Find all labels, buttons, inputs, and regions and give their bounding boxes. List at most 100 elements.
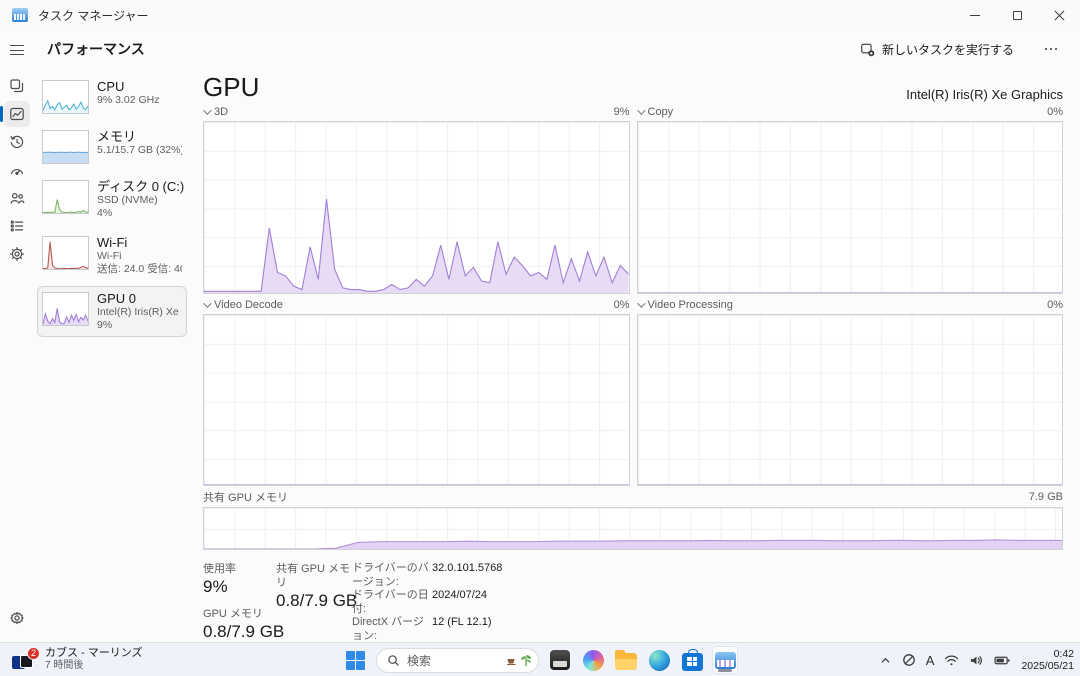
sidebar-item-cpu[interactable]: CPU 9% 3.02 GHz: [37, 74, 187, 119]
sidebar-item-disk[interactable]: ディスク 0 (C:) SSD (NVMe) 4%: [37, 174, 187, 225]
taskbar-app-store[interactable]: [680, 647, 704, 673]
chart-shared-memory: [203, 507, 1063, 550]
widgets-button[interactable]: 2 カブス - マーリンズ 7 時間後: [6, 646, 149, 673]
nav-settings[interactable]: [0, 604, 33, 632]
disk-type: SSD (NVMe): [97, 194, 158, 206]
engine-video-processing-value: 0%: [1047, 298, 1063, 311]
maximize-button[interactable]: [996, 0, 1038, 30]
nav-details[interactable]: [0, 212, 33, 240]
task-manager-app-icon: [12, 8, 28, 22]
search-placeholder: 検索: [407, 653, 432, 668]
nav-app-history[interactable]: [0, 128, 33, 156]
wifi-throughput: 送信: 24.0 受信: 40.0 Kb: [97, 263, 182, 275]
chevron-down-icon: [636, 298, 646, 308]
widget-title: カブス - マーリンズ: [45, 647, 143, 659]
chart-video-decode: [203, 314, 630, 486]
engine-copy-label: Copy: [647, 106, 674, 118]
sidebar-item-wifi[interactable]: Wi-Fi Wi-Fi 送信: 24.0 受信: 40.0 Kb: [37, 230, 187, 281]
shared-gpu-memory-value: 0.8/7.9 GB: [276, 591, 358, 610]
taskbar: 2 カブス - マーリンズ 7 時間後 検索 A 0:42 2025/05/21: [0, 642, 1080, 676]
shared-gpu-memory-label: 共有 GPU メモリ: [276, 563, 350, 589]
search-daily-art-icon: [506, 653, 532, 667]
close-button[interactable]: [1038, 0, 1080, 30]
wifi-title: Wi-Fi: [97, 235, 128, 250]
driver-version-value: 32.0.101.5768: [432, 562, 503, 574]
sidebar-item-memory[interactable]: メモリ 5.1/15.7 GB (32%): [37, 124, 187, 169]
taskbar-app-file-explorer[interactable]: [614, 647, 638, 673]
nav-processes[interactable]: [0, 72, 33, 100]
microsoft-store-icon: [681, 648, 703, 671]
performance-sidebar: CPU 9% 3.02 GHz メモリ 5.1/15.7 GB (32%) ディ…: [37, 74, 187, 337]
tray-time: 0:42: [1053, 647, 1074, 660]
gpu-mini-chart: [42, 292, 89, 326]
ime-mode-indicator[interactable]: A: [926, 653, 935, 668]
wifi-icon[interactable]: [944, 654, 959, 667]
usage-value: 9%: [203, 577, 228, 596]
taskbar-app-edge[interactable]: [647, 647, 671, 673]
engine-3d-value: 9%: [613, 106, 630, 118]
settings-gear-icon: [9, 611, 24, 625]
minimize-button[interactable]: [954, 0, 996, 30]
wifi-name: Wi-Fi: [97, 250, 122, 262]
performance-icon: [9, 107, 24, 121]
disk-mini-chart: [42, 180, 89, 214]
disk-usage: 4%: [97, 207, 113, 219]
run-new-task-button[interactable]: 新しいタスクを実行する: [852, 36, 1022, 63]
gpu-panel: GPU Intel(R) Iris(R) Xe Graphics 3D 9% C…: [203, 70, 1063, 657]
tray-chevron-up-icon[interactable]: [879, 654, 892, 667]
chart-copy: [636, 121, 1063, 294]
nav-rail: [0, 30, 33, 640]
more-options-button[interactable]: [1036, 38, 1066, 60]
hamburger-icon: [9, 45, 24, 55]
nav-users[interactable]: [0, 184, 33, 212]
chevron-down-icon: [636, 106, 646, 115]
edge-browser-icon: [648, 649, 670, 671]
engine-video-processing-label: Video Processing: [647, 298, 733, 311]
nav-services[interactable]: [0, 240, 33, 268]
engine-video-decode-label: Video Decode: [214, 298, 283, 311]
file-explorer-icon: [615, 649, 637, 670]
usage-label: 使用率: [203, 563, 236, 575]
engine-header-video-decode[interactable]: Video Decode 0%: [203, 295, 630, 314]
nav-startup-apps[interactable]: [0, 156, 33, 184]
task-manager-window: タスク マネージャー パフォーマンス 新しいタスクを実行する CPU 9% 3.…: [0, 0, 1080, 676]
engine-header-copy[interactable]: Copy 0%: [636, 103, 1063, 121]
directx-version-value: 12 (FL 12.1): [432, 616, 492, 628]
engine-video-decode-value: 0%: [613, 298, 630, 311]
battery-icon[interactable]: [994, 654, 1011, 667]
run-new-task-icon: [861, 43, 875, 56]
taskbar-app-task-manager-active[interactable]: [713, 647, 737, 673]
page-title: パフォーマンス: [47, 41, 145, 57]
gpu-device-short: Intel(R) Iris(R) Xe Graphi: [97, 306, 182, 318]
windows-logo-icon: [345, 650, 366, 671]
wifi-mini-chart: [42, 236, 89, 270]
search-box[interactable]: 検索: [376, 647, 539, 673]
run-new-task-label: 新しいタスクを実行する: [881, 42, 1014, 57]
chart-3d: [203, 121, 630, 294]
tray-date: 2025/05/21: [1021, 660, 1074, 672]
engine-header-video-processing[interactable]: Video Processing 0%: [636, 295, 1063, 314]
engine-3d-label: 3D: [214, 106, 229, 118]
taskbar-app-notebook[interactable]: [548, 647, 572, 673]
nav-performance[interactable]: [0, 100, 33, 128]
volume-icon[interactable]: [969, 654, 984, 667]
start-button[interactable]: [343, 647, 367, 673]
active-app-indicator: [718, 669, 732, 672]
engine-copy-value: 0%: [1047, 106, 1063, 118]
selected-accent-bar: [0, 106, 3, 122]
minimize-icon: [970, 14, 980, 16]
sidebar-item-gpu[interactable]: GPU 0 Intel(R) Iris(R) Xe Graphi 9%: [37, 286, 187, 337]
shared-memory-label: 共有 GPU メモリ: [203, 491, 288, 504]
nav-menu-button[interactable]: [0, 36, 33, 64]
gpu-device-name: Intel(R) Iris(R) Xe Graphics: [906, 87, 1063, 102]
tray-blocked-icon[interactable]: [902, 653, 916, 667]
taskbar-app-copilot[interactable]: [581, 647, 605, 673]
engine-header-3d[interactable]: 3D 9%: [203, 103, 630, 121]
startup-apps-icon: [10, 168, 23, 175]
chevron-down-icon: [203, 106, 212, 115]
maximize-icon: [1012, 10, 1022, 20]
notebook-app-icon: [550, 650, 570, 670]
page-header: パフォーマンス 新しいタスクを実行する: [33, 30, 1080, 68]
clock[interactable]: 0:42 2025/05/21: [1021, 648, 1074, 673]
titlebar: タスク マネージャー: [0, 0, 1080, 30]
